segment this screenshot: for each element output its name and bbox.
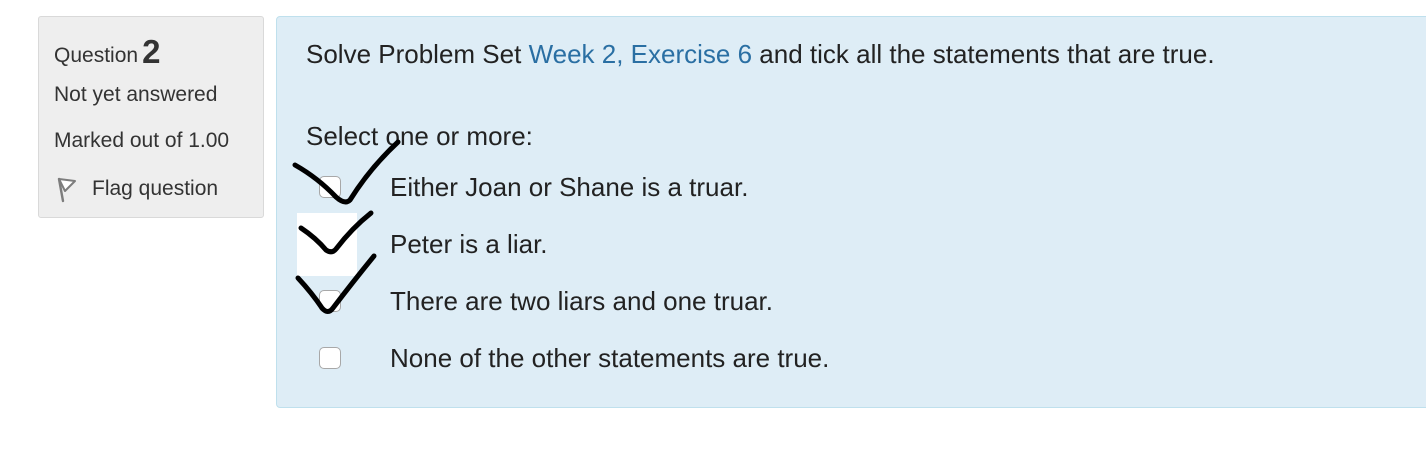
question-text: Solve Problem Set Week 2, Exercise 6 and… — [306, 39, 1215, 70]
question-text-before: Solve Problem Set — [306, 39, 529, 69]
question-label: Question — [54, 44, 139, 67]
answer-option-label[interactable]: There are two liars and one truar. — [390, 286, 773, 317]
answer-checkbox[interactable] — [319, 347, 341, 369]
flag-question-button[interactable]: Flag question — [53, 175, 218, 203]
answer-checkbox[interactable] — [319, 290, 341, 312]
answer-option-label[interactable]: Peter is a liar. — [390, 229, 548, 260]
question-state: Not yet answered — [54, 83, 218, 106]
question-grade: Marked out of 1.00 — [54, 129, 230, 152]
question-text-after: and tick all the statements that are tru… — [752, 39, 1215, 69]
question-heading: Question 2 — [54, 33, 160, 74]
answer-option: There are two liars and one truar. — [319, 281, 773, 321]
question-number: 2 — [142, 33, 161, 70]
answer-checkbox[interactable] — [319, 176, 341, 198]
answer-option: None of the other statements are true. — [319, 338, 829, 378]
question-info-panel: Question 2 Not yet answered Marked out of… — [38, 16, 264, 218]
answer-prompt: Select one or more: — [306, 121, 533, 151]
flag-icon — [53, 175, 79, 203]
question-content-panel: Solve Problem Set Week 2, Exercise 6 and… — [276, 16, 1426, 408]
answer-option-label[interactable]: None of the other statements are true. — [390, 343, 829, 374]
quiz-question-view: Question 2 Not yet answered Marked out of… — [0, 0, 1426, 456]
annotation-white-patch — [297, 213, 357, 276]
problem-set-link[interactable]: Week 2, Exercise 6 — [529, 39, 753, 69]
answer-option-label[interactable]: Either Joan or Shane is a truar. — [390, 172, 748, 203]
answer-option: Either Joan or Shane is a truar. — [319, 167, 748, 207]
flag-question-label: Flag question — [92, 177, 219, 200]
